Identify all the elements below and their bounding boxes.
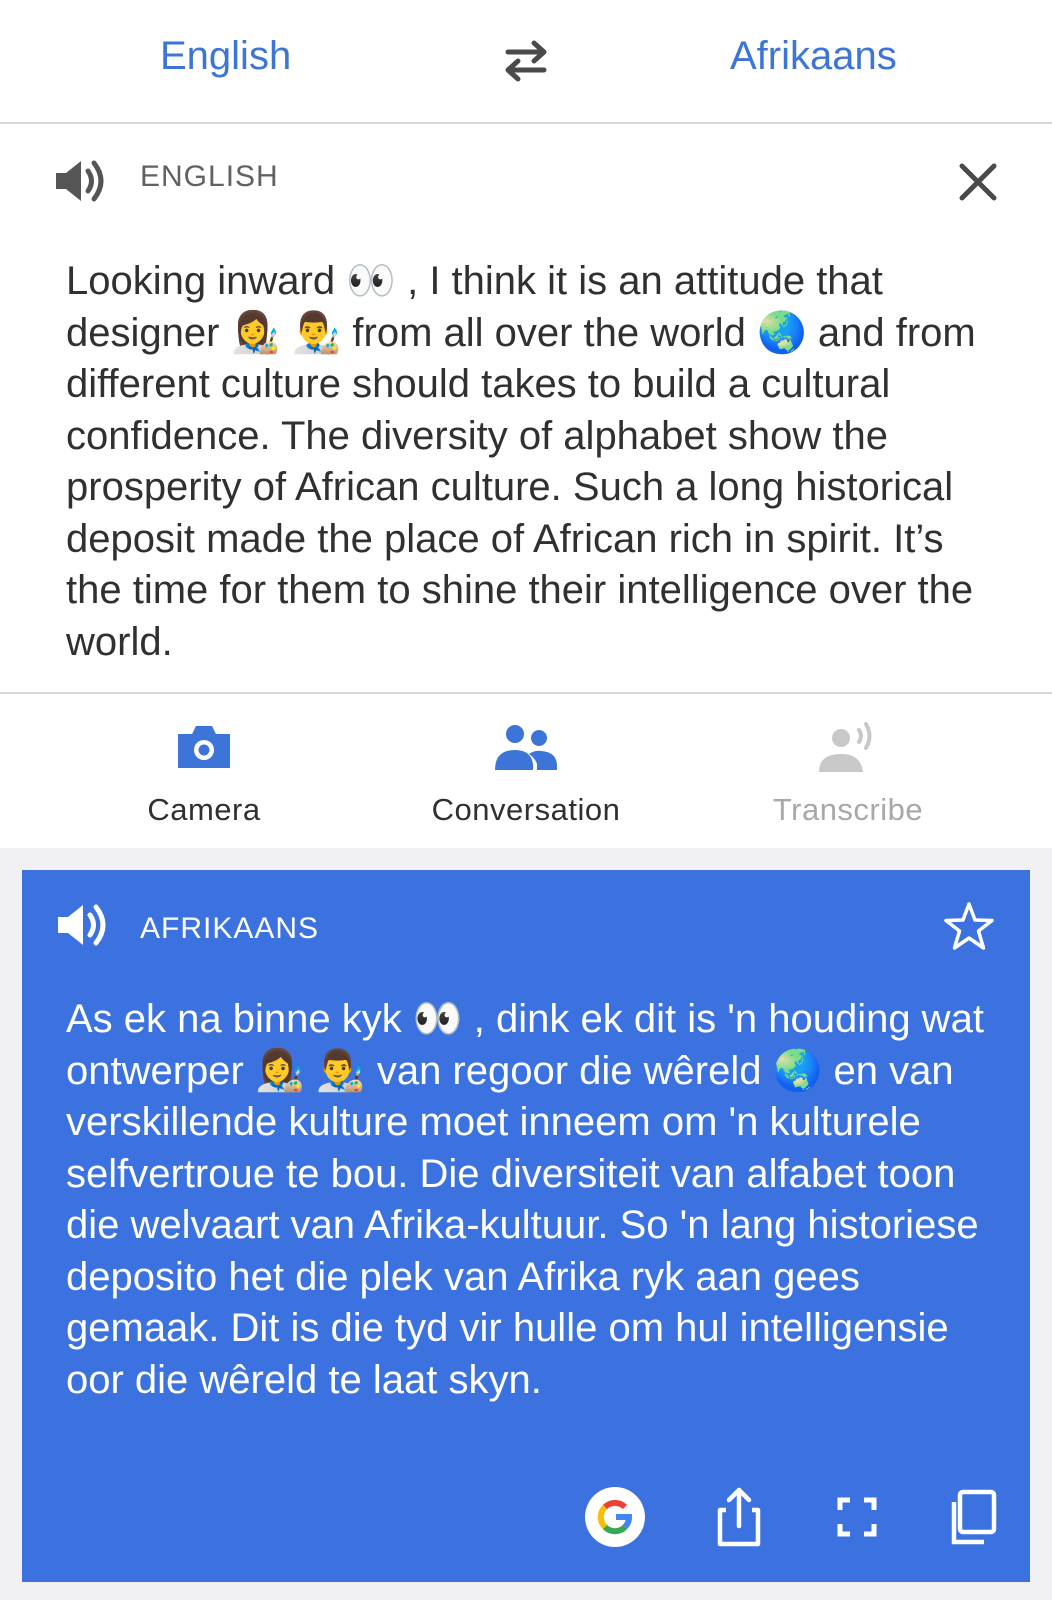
- share-button[interactable]: [708, 1486, 770, 1548]
- target-language-button[interactable]: Afrikaans: [730, 34, 897, 79]
- camera-label: Camera: [147, 792, 261, 827]
- camera-icon: [178, 726, 230, 768]
- share-icon: [717, 1487, 761, 1547]
- language-bar: English Afrikaans: [0, 0, 1052, 124]
- fullscreen-button[interactable]: [826, 1486, 888, 1548]
- star-icon[interactable]: [942, 900, 996, 954]
- target-language-label: AFRIKAANS: [140, 912, 320, 945]
- transcribe-button[interactable]: Transcribe: [718, 714, 978, 828]
- swap-languages-icon[interactable]: [498, 38, 554, 84]
- speaker-icon[interactable]: [54, 156, 110, 206]
- conversation-button[interactable]: Conversation: [396, 714, 656, 828]
- translation-card: AFRIKAANS As ek na binne kyk 👀 , dink ek…: [22, 870, 1030, 1582]
- source-language-label: ENGLISH: [140, 160, 279, 193]
- copy-icon: [951, 1489, 997, 1545]
- fullscreen-icon: [837, 1497, 877, 1537]
- transcribe-label: Transcribe: [772, 792, 924, 827]
- conversation-label: Conversation: [431, 792, 621, 827]
- tools-row: Camera Conversation Transcribe: [0, 696, 1052, 848]
- source-text[interactable]: Looking inward 👀 , I think it is an atti…: [66, 256, 1002, 668]
- close-icon[interactable]: [954, 158, 1002, 206]
- speaker-icon[interactable]: [56, 900, 112, 950]
- translation-text[interactable]: As ek na binne kyk 👀 , dink ek dit is 'n…: [66, 994, 1006, 1406]
- copy-button[interactable]: [942, 1486, 1004, 1548]
- camera-button[interactable]: Camera: [74, 714, 334, 828]
- source-language-button[interactable]: English: [160, 34, 291, 79]
- people-icon: [495, 725, 557, 770]
- source-panel: ENGLISH Looking inward 👀 , I think it is…: [0, 126, 1052, 694]
- google-icon: [585, 1487, 645, 1547]
- transcribe-icon: [819, 722, 872, 772]
- google-search-button[interactable]: [584, 1486, 646, 1548]
